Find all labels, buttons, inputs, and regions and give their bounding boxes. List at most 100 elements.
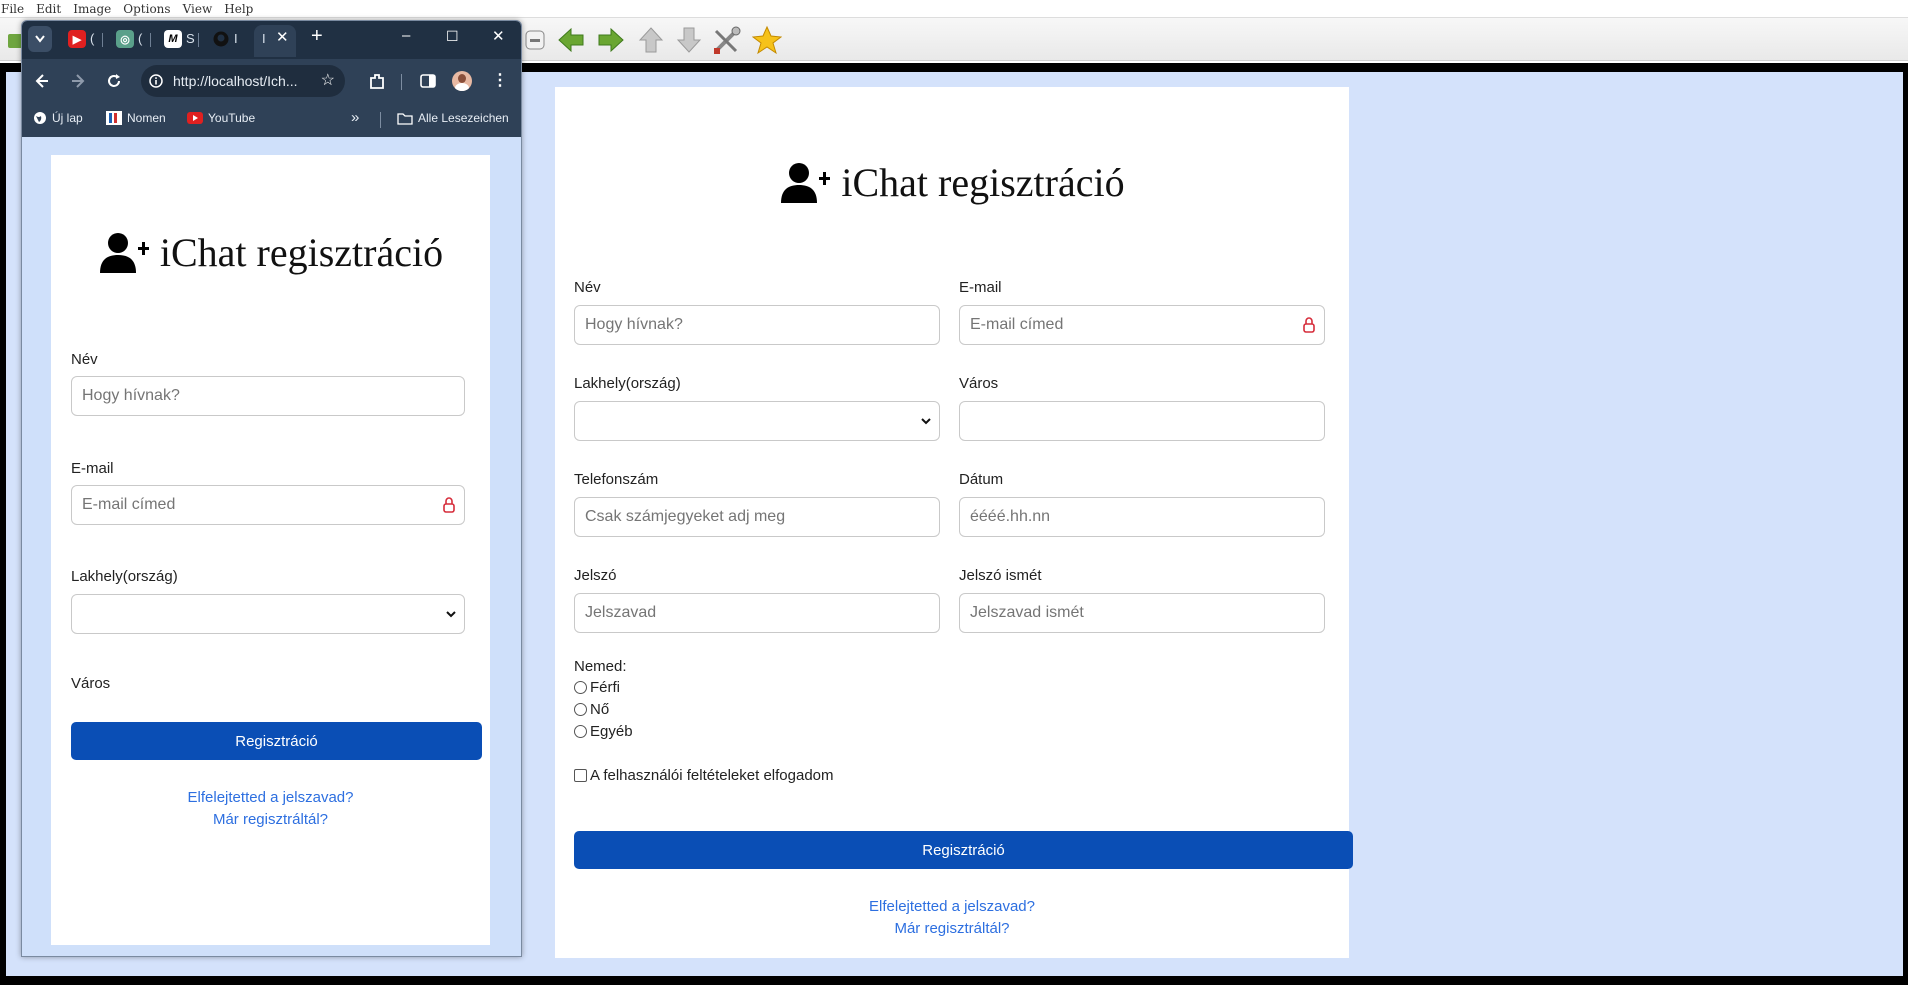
forward-icon[interactable] xyxy=(70,73,86,89)
menu-options[interactable]: Options xyxy=(122,2,176,16)
country-select-mobile[interactable] xyxy=(71,594,465,634)
site-info-icon[interactable] xyxy=(149,74,163,88)
side-panel-icon[interactable] xyxy=(420,73,436,89)
city-input[interactable] xyxy=(959,401,1325,441)
register-button-mobile[interactable]: Regisztráció xyxy=(71,722,482,760)
terms-checkbox[interactable] xyxy=(574,769,587,782)
close-tab-icon[interactable]: ✕ xyxy=(276,28,289,46)
form-title-text: iChat regisztráció xyxy=(841,160,1125,205)
back-icon[interactable] xyxy=(34,73,50,89)
tab-separator xyxy=(198,33,199,47)
menu-edit[interactable]: Edit xyxy=(35,2,67,16)
terms-checkbox-row[interactable]: A felhasználói feltételeket elfogadom xyxy=(574,767,834,784)
arrow-right-icon[interactable] xyxy=(594,24,628,56)
nomen-icon xyxy=(106,111,122,125)
gender-option-other[interactable]: Egyéb xyxy=(574,723,633,740)
tab-separator xyxy=(150,33,151,47)
minimize-icon[interactable] xyxy=(518,24,552,56)
menu-file[interactable]: File xyxy=(0,2,30,16)
gender-option-female[interactable]: Nő xyxy=(574,701,609,718)
globe-icon xyxy=(34,112,46,124)
star-icon[interactable] xyxy=(750,24,784,56)
already-registered-link-mobile[interactable]: Már regisztráltál? xyxy=(51,811,490,828)
forgot-password-link-mobile[interactable]: Elfelejtetted a jelszavad? xyxy=(51,789,490,806)
more-menu-icon[interactable]: ⋮ xyxy=(492,70,508,90)
add-user-icon xyxy=(99,232,149,273)
tools-icon[interactable] xyxy=(710,24,744,56)
city-label: Város xyxy=(959,375,999,392)
tab-label-2[interactable]: ( xyxy=(138,31,142,46)
gender-option-male[interactable]: Férfi xyxy=(574,679,620,696)
name-input-mobile[interactable]: Hogy hívnak? xyxy=(71,376,465,416)
reload-icon[interactable] xyxy=(106,73,122,89)
form-title-mobile-text: iChat regisztráció xyxy=(159,230,444,275)
radio-other[interactable] xyxy=(574,725,587,738)
email-placeholder: E-mail címed xyxy=(970,316,1064,333)
password-confirm-placeholder: Jelszavad ismét xyxy=(970,604,1084,621)
chevron-down-icon xyxy=(446,611,456,618)
city-label-mobile: Város xyxy=(71,675,111,692)
bookmark-new-tab-label: Új lap xyxy=(52,111,83,125)
password-placeholder: Jelszavad xyxy=(585,604,657,621)
youtube-icon xyxy=(187,112,203,124)
name-label-mobile: Név xyxy=(71,351,98,368)
close-window-button[interactable]: ✕ xyxy=(492,27,505,45)
new-tab-button[interactable]: + xyxy=(311,25,323,48)
bookmark-new-tab[interactable]: Új lap xyxy=(33,111,83,125)
password-input[interactable]: Jelszavad xyxy=(574,593,940,633)
menu-help[interactable]: Help xyxy=(223,2,259,16)
minimize-window-button[interactable]: – xyxy=(402,27,410,44)
menu-view[interactable]: View xyxy=(182,2,219,16)
form-title-mobile: iChat regisztráció xyxy=(51,229,490,276)
phone-placeholder: Csak számjegyeket adj meg xyxy=(585,508,786,525)
password-manager-icon[interactable] xyxy=(1303,317,1315,333)
register-button[interactable]: Regisztráció xyxy=(574,831,1353,869)
tab-search-button[interactable] xyxy=(28,26,52,52)
phone-input[interactable]: Csak számjegyeket adj meg xyxy=(574,497,940,537)
arrow-down-icon[interactable] xyxy=(672,24,706,56)
arrow-up-icon[interactable] xyxy=(634,24,668,56)
name-input[interactable]: Hogy hívnak? xyxy=(574,305,940,345)
github-tab-icon[interactable] xyxy=(212,30,230,48)
browser-toolbar: http://localhost/Ich... ☆ ⋮ xyxy=(22,59,521,103)
bookmarks-overflow-button[interactable]: » xyxy=(351,109,359,126)
name-label: Név xyxy=(574,279,601,296)
extensions-icon[interactable] xyxy=(368,72,386,90)
date-placeholder: éééé.hh.nn xyxy=(970,508,1051,525)
name-placeholder: Hogy hívnak? xyxy=(585,316,683,333)
bookmark-nomen[interactable]: Nomen xyxy=(106,111,166,125)
add-user-icon xyxy=(781,162,831,203)
email-input[interactable]: E-mail címed xyxy=(959,305,1325,345)
radio-male[interactable] xyxy=(574,681,587,694)
forgot-password-link[interactable]: Elfelejtetted a jelszavad? xyxy=(555,898,1349,915)
date-input[interactable]: éééé.hh.nn xyxy=(959,497,1325,537)
chatgpt-tab-icon[interactable]: ◎ xyxy=(116,30,134,48)
password-confirm-input[interactable]: Jelszavad ismét xyxy=(959,593,1325,633)
address-bar[interactable]: http://localhost/Ich... ☆ xyxy=(141,65,345,97)
tab-label-1[interactable]: ( xyxy=(90,31,94,46)
registration-card: iChat regisztráció Név Hogy hívnak? E-ma… xyxy=(555,87,1353,958)
folder-icon xyxy=(397,112,413,125)
email-input-mobile[interactable]: E-mail címed xyxy=(71,485,465,525)
tab-label-3[interactable]: S xyxy=(186,31,195,46)
bookmark-star-icon[interactable]: ☆ xyxy=(321,70,335,90)
bookmark-youtube[interactable]: YouTube xyxy=(187,111,255,125)
already-registered-link[interactable]: Már regisztráltál? xyxy=(555,920,1349,937)
password-manager-icon[interactable] xyxy=(443,497,455,513)
country-select[interactable] xyxy=(574,401,940,441)
maximize-window-button[interactable]: ☐ xyxy=(446,28,459,45)
all-bookmarks-button[interactable]: Alle Lesezeichen xyxy=(397,111,509,125)
active-tab[interactable]: I ✕ xyxy=(254,25,296,57)
active-tab-label: I xyxy=(262,31,266,46)
avatar[interactable] xyxy=(452,71,472,91)
youtube-tab-icon[interactable]: ▶ xyxy=(68,30,86,48)
arrow-left-icon[interactable] xyxy=(554,24,588,56)
menu-image[interactable]: Image xyxy=(72,2,117,16)
bookmark-youtube-label: YouTube xyxy=(208,111,256,125)
medium-tab-icon[interactable]: M xyxy=(164,30,182,48)
browser-tab-strip: ▶ ( ◎ ( M S I I ✕ + – ☐ ✕ xyxy=(22,21,521,59)
radio-female[interactable] xyxy=(574,703,587,716)
tab-label-4[interactable]: I xyxy=(234,31,238,46)
email-label: E-mail xyxy=(959,279,1002,296)
terms-label: A felhasználói feltételeket elfogadom xyxy=(590,767,834,784)
